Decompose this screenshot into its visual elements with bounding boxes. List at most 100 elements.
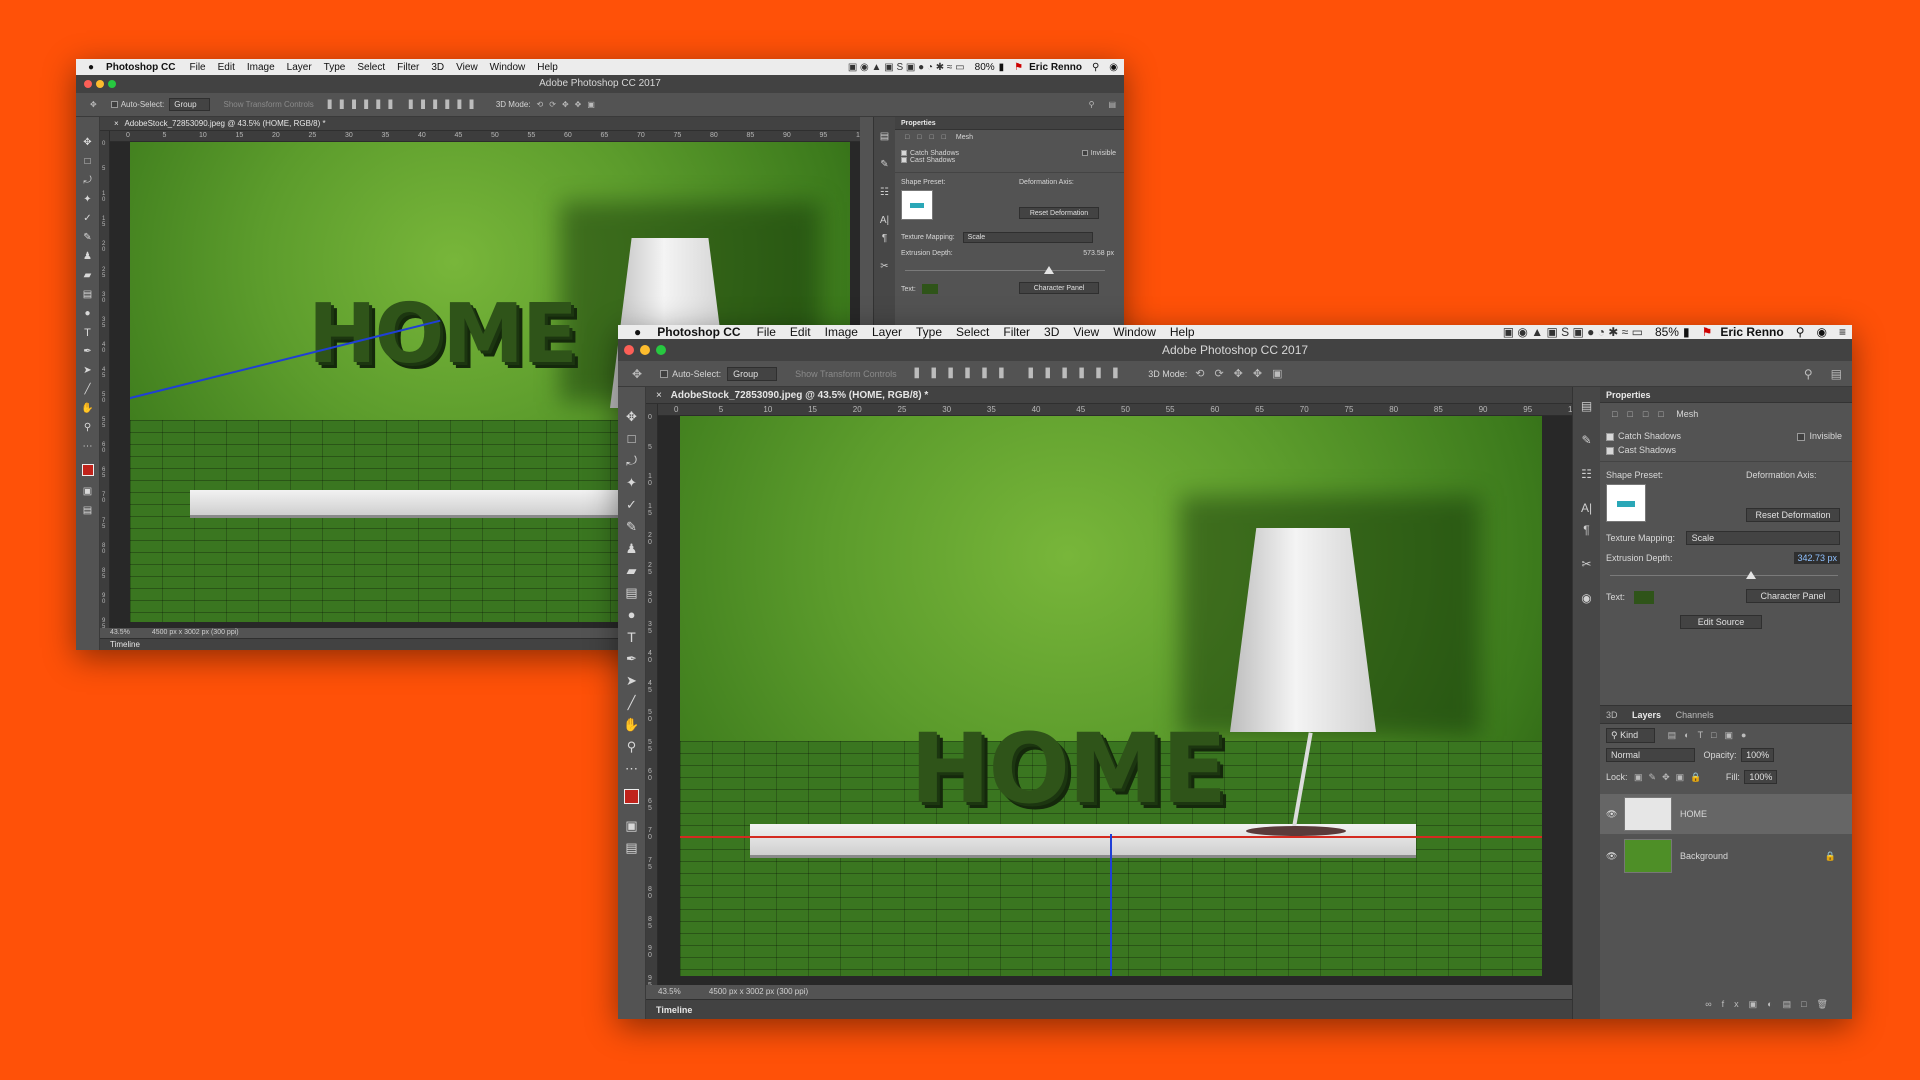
gradient-tool-icon[interactable]: ▤ (625, 585, 637, 607)
shape-preset-thumb[interactable] (901, 190, 933, 220)
foreground-color-swatch[interactable] (624, 789, 639, 804)
kind-filter-dropdown[interactable]: ⚲ Kind (1606, 728, 1656, 743)
texture-mapping-dropdown[interactable]: Scale (962, 232, 1093, 243)
reset-deformation-button[interactable]: Reset Deformation (1019, 207, 1099, 219)
menu-window[interactable]: Window (1113, 325, 1156, 339)
move-tool-icon[interactable]: ✥ (626, 409, 637, 431)
type-tool-icon[interactable]: T (627, 629, 636, 651)
blur-tool-icon[interactable]: ● (84, 308, 90, 327)
apple-icon[interactable]: ● (634, 325, 641, 339)
character-icon[interactable]: A| (880, 215, 889, 233)
eyedropper-tool-icon[interactable]: ✓ (626, 497, 637, 519)
canvas-area[interactable]: HOME (658, 416, 1572, 985)
brush-settings-icon[interactable]: ✎ (880, 159, 888, 187)
invisible-checkbox[interactable] (1081, 150, 1088, 157)
quick-mask-icon[interactable]: ▣ (83, 486, 92, 505)
fill-value[interactable]: 100% (1744, 770, 1778, 784)
pen-tool-icon[interactable]: ✒ (626, 651, 637, 673)
zoom-icon[interactable] (656, 345, 666, 355)
menu-3d[interactable]: 3D (1044, 325, 1059, 339)
layer-row-background[interactable]: 👁 Background 🔒 (1600, 836, 1852, 876)
show-transform-label[interactable]: Show Transform Controls (795, 369, 897, 379)
history-icon[interactable]: ▤ (880, 131, 889, 159)
3d-icon[interactable]: ◉ (1581, 591, 1591, 625)
zoom-tool-icon[interactable]: ⚲ (84, 422, 91, 441)
zoom-level[interactable]: 43.5% (110, 629, 130, 636)
workspace-search-icon[interactable]: ⚲ (1089, 100, 1095, 109)
auto-select-checkbox[interactable] (660, 369, 669, 378)
zoom-tool-icon[interactable]: ⚲ (627, 739, 637, 761)
gradient-tool-icon[interactable]: ▤ (83, 289, 92, 308)
user-name[interactable]: Eric Renno (1029, 62, 1082, 73)
menu-view[interactable]: View (1073, 325, 1099, 339)
type-tool-icon[interactable]: T (84, 327, 91, 346)
document-tab[interactable]: × AdobeStock_72853090.jpeg @ 43.5% (HOME… (100, 117, 860, 131)
home-3d-text[interactable]: HOME (308, 294, 578, 376)
menu-view[interactable]: View (456, 62, 478, 73)
lasso-tool-icon[interactable]: ⤾ (626, 453, 637, 475)
blur-tool-icon[interactable]: ● (628, 607, 636, 629)
character-icon[interactable]: A| (1581, 501, 1592, 523)
search-icon[interactable]: ⚲ (1796, 325, 1805, 339)
menu-help[interactable]: Help (537, 62, 558, 73)
move-tool-icon[interactable]: ✥ (83, 137, 91, 156)
close-icon[interactable] (84, 80, 92, 88)
hand-tool-icon[interactable]: ✋ (623, 717, 639, 739)
menu-type[interactable]: Type (916, 325, 942, 339)
marquee-tool-icon[interactable]: □ (628, 431, 636, 453)
visibility-eye-icon[interactable]: 👁 (1606, 851, 1624, 862)
marquee-tool-icon[interactable]: □ (84, 156, 90, 175)
text-color-swatch[interactable] (1633, 591, 1654, 604)
tools-icon[interactable]: ✂ (880, 261, 888, 289)
move-tool-icon[interactable]: ✥ (632, 367, 642, 381)
extrusion-slider-thumb[interactable] (1044, 266, 1054, 274)
layers-footer-icons[interactable]: ∞fx▣◐▤□🗑 (1705, 999, 1838, 1009)
screen-mode-icon[interactable]: ▤ (625, 840, 637, 862)
user-name[interactable]: Eric Renno (1720, 325, 1783, 339)
pen-tool-icon[interactable]: ✒ (83, 346, 91, 365)
stamp-tool-icon[interactable]: ♟ (626, 541, 638, 563)
zoom-level[interactable]: 43.5% (658, 987, 681, 996)
visibility-eye-icon[interactable]: 👁 (1606, 809, 1624, 820)
show-transform-label[interactable]: Show Transform Controls (224, 100, 314, 109)
minimize-icon[interactable] (96, 80, 104, 88)
menu-select[interactable]: Select (357, 62, 385, 73)
menu-layer[interactable]: Layer (287, 62, 312, 73)
tools-icon[interactable]: ✂ (1581, 557, 1591, 591)
close-tab-icon[interactable]: × (114, 119, 119, 128)
cast-shadows-checkbox[interactable] (1606, 446, 1614, 455)
extrusion-slider-thumb[interactable] (1746, 571, 1757, 579)
doc-info[interactable]: 4500 px x 3002 px (300 ppi) (709, 987, 808, 996)
quick-mask-icon[interactable]: ▣ (625, 818, 637, 840)
text-color-swatch[interactable] (921, 284, 938, 294)
minimize-icon[interactable] (640, 345, 650, 355)
edit-source-button[interactable]: Edit Source (1680, 615, 1762, 629)
siri-icon[interactable]: ◉ (1109, 62, 1118, 73)
menu-layer[interactable]: Layer (872, 325, 902, 339)
align-icons[interactable]: ▋▋▋▋▋▋ ▋▋▋▋▋▋ (328, 100, 482, 109)
doc-info[interactable]: 4500 px x 3002 px (300 ppi) (152, 629, 239, 636)
align-icons[interactable]: ▋▋▋▋▋▋ ▋▋▋▋▋▋ (915, 368, 1131, 379)
menu-image[interactable]: Image (825, 325, 858, 339)
lasso-tool-icon[interactable]: ⤾ (83, 175, 91, 194)
layer-name[interactable]: Background (1680, 851, 1825, 861)
search-icon[interactable]: ⚲ (1092, 62, 1099, 73)
more-tools-icon[interactable]: ⋯ (83, 441, 93, 460)
shape-preset-thumb[interactable] (1606, 484, 1646, 522)
menu-select[interactable]: Select (956, 325, 989, 339)
menu-help[interactable]: Help (1170, 325, 1195, 339)
stamp-tool-icon[interactable]: ♟ (83, 251, 92, 270)
app-menu[interactable]: Photoshop CC (657, 325, 740, 339)
paragraph-icon[interactable]: ¶ (882, 233, 887, 261)
auto-select-dropdown[interactable]: Group (169, 98, 210, 111)
workspace-icon[interactable]: ▤ (1108, 100, 1116, 109)
quick-select-tool-icon[interactable]: ✦ (83, 194, 91, 213)
eraser-tool-icon[interactable]: ▰ (627, 563, 637, 585)
quick-select-tool-icon[interactable]: ✦ (626, 475, 637, 497)
canvas-image[interactable]: HOME (680, 416, 1542, 976)
home-3d-text[interactable]: HOME (910, 721, 1227, 817)
menu-window[interactable]: Window (490, 62, 526, 73)
path-select-tool-icon[interactable]: ➤ (83, 365, 91, 384)
blend-mode-dropdown[interactable]: Normal (1606, 748, 1696, 762)
app-menu[interactable]: Photoshop CC (106, 62, 175, 73)
